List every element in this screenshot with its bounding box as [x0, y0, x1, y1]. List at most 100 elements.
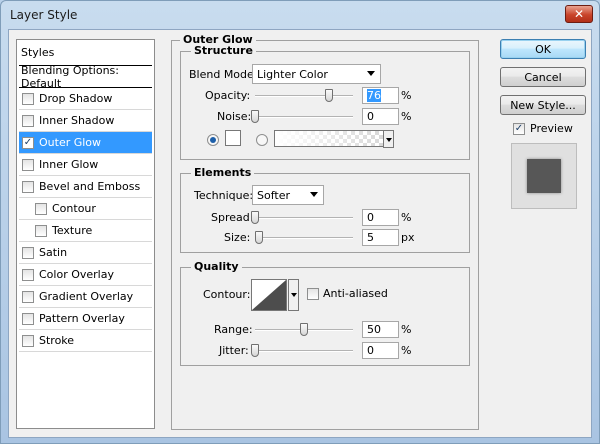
window-title: Layer Style — [10, 8, 78, 22]
range-unit: % — [401, 323, 412, 336]
contour-label: Contour: — [203, 288, 251, 301]
outer-glow-panel: Outer Glow Structure Blend Mode: Lighter… — [171, 33, 479, 430]
noise-slider-thumb[interactable] — [251, 110, 259, 123]
chevron-down-icon[interactable] — [288, 279, 299, 311]
elements-title: Elements — [191, 166, 255, 179]
cancel-button[interactable]: Cancel — [500, 67, 586, 87]
style-item-label: Outer Glow — [39, 136, 102, 149]
glow-color-swatch[interactable] — [225, 130, 241, 146]
ok-label: OK — [535, 42, 551, 56]
new-style-label: New Style... — [510, 98, 576, 112]
style-item-stroke[interactable]: Stroke — [19, 330, 152, 352]
noise-input[interactable]: 0 — [362, 108, 399, 125]
opacity-input[interactable]: 76 — [362, 87, 399, 104]
style-item-label: Texture — [52, 224, 93, 237]
chevron-down-icon — [310, 192, 318, 197]
style-item-label: Contour — [52, 202, 96, 215]
spread-value: 0 — [367, 211, 374, 224]
style-checkbox[interactable] — [35, 224, 47, 237]
blend-mode-select[interactable]: Lighter Color — [252, 64, 381, 84]
new-style-button[interactable]: New Style... — [500, 95, 586, 115]
opacity-unit: % — [401, 89, 412, 102]
size-unit: px — [401, 231, 415, 244]
style-checkbox[interactable]: ✓ — [22, 136, 34, 149]
style-checkbox[interactable] — [22, 114, 34, 127]
spread-slider[interactable] — [251, 211, 353, 224]
preview-checkbox[interactable]: ✓ — [513, 122, 525, 135]
opacity-slider[interactable] — [255, 89, 353, 102]
technique-select[interactable]: Softer — [252, 185, 324, 205]
style-item-label: Color Overlay — [39, 268, 114, 281]
style-checkbox[interactable] — [22, 334, 34, 347]
jitter-label: Jitter: — [219, 344, 249, 357]
style-item-drop-shadow[interactable]: Drop Shadow — [19, 88, 152, 110]
ok-button[interactable]: OK — [500, 39, 586, 59]
gradient-radio[interactable] — [256, 134, 268, 146]
style-checkbox[interactable] — [22, 290, 34, 303]
glow-gradient-picker[interactable] — [274, 130, 394, 148]
style-item-outer-glow[interactable]: ✓ Outer Glow — [19, 132, 152, 154]
size-slider[interactable] — [254, 231, 353, 244]
dialog-body: Styles Blending Options: Default Drop Sh… — [8, 29, 592, 438]
style-checkbox[interactable] — [22, 268, 34, 281]
preview-toggle[interactable]: ✓ Preview — [513, 122, 573, 135]
style-item-label: Gradient Overlay — [39, 290, 134, 303]
jitter-input[interactable]: 0 — [362, 342, 399, 359]
style-item-gradient-overlay[interactable]: Gradient Overlay — [19, 286, 152, 308]
styles-header[interactable]: Styles — [19, 40, 152, 66]
technique-value: Softer — [257, 188, 290, 202]
opacity-label: Opacity: — [205, 89, 251, 102]
style-item-color-overlay[interactable]: Color Overlay — [19, 264, 152, 286]
size-input[interactable]: 5 — [362, 229, 399, 246]
gradient-preview — [275, 131, 383, 146]
style-item-texture[interactable]: Texture — [19, 220, 152, 242]
jitter-slider[interactable] — [251, 344, 353, 357]
quality-title: Quality — [191, 260, 242, 273]
style-item-label: Bevel and Emboss — [39, 180, 141, 193]
solid-color-radio[interactable] — [207, 134, 219, 146]
range-input[interactable]: 50 — [362, 321, 399, 338]
layer-style-dialog: Layer Style ✕ Styles Blending Options: D… — [0, 0, 600, 444]
style-checkbox[interactable] — [22, 246, 34, 259]
close-button[interactable]: ✕ — [565, 5, 593, 23]
style-checkbox[interactable] — [22, 312, 34, 325]
size-label: Size: — [224, 231, 251, 244]
noise-value: 0 — [367, 110, 374, 123]
jitter-slider-thumb[interactable] — [251, 344, 259, 357]
noise-slider[interactable] — [251, 110, 353, 123]
style-checkbox[interactable] — [35, 202, 47, 215]
range-slider-thumb[interactable] — [300, 323, 308, 336]
size-slider-thumb[interactable] — [254, 231, 263, 244]
anti-aliased-checkbox[interactable] — [307, 288, 319, 300]
title-bar[interactable]: Layer Style ✕ — [1, 1, 599, 29]
spread-input[interactable]: 0 — [362, 209, 399, 226]
style-item-satin[interactable]: Satin — [19, 242, 152, 264]
jitter-unit: % — [401, 344, 412, 357]
spread-slider-thumb[interactable] — [251, 211, 259, 224]
technique-label: Technique: — [194, 189, 254, 202]
style-checkbox[interactable] — [22, 92, 34, 105]
styles-list: Styles Blending Options: Default Drop Sh… — [16, 39, 155, 429]
style-item-inner-shadow[interactable]: Inner Shadow — [19, 110, 152, 132]
anti-aliased-label: Anti-aliased — [323, 287, 388, 300]
style-items: Drop Shadow Inner Shadow ✓ Outer Glow Inner … — [17, 88, 154, 352]
style-item-bevel-and-emboss[interactable]: Bevel and Emboss — [19, 176, 152, 198]
preview-thumbnail — [511, 143, 577, 209]
spread-label: Spread: — [211, 211, 254, 224]
blending-options-label: Blending Options: Default — [21, 63, 119, 90]
style-item-contour[interactable]: Contour — [19, 198, 152, 220]
style-item-label: Drop Shadow — [39, 92, 113, 105]
opacity-slider-thumb[interactable] — [325, 89, 334, 102]
style-checkbox[interactable] — [22, 158, 34, 171]
style-item-pattern-overlay[interactable]: Pattern Overlay — [19, 308, 152, 330]
noise-unit: % — [401, 110, 412, 123]
chevron-down-icon[interactable] — [383, 130, 394, 148]
cancel-label: Cancel — [524, 70, 562, 84]
style-item-inner-glow[interactable]: Inner Glow — [19, 154, 152, 176]
structure-title: Structure — [191, 44, 256, 57]
chevron-down-icon — [367, 71, 375, 76]
blending-options-item[interactable]: Blending Options: Default — [19, 63, 152, 90]
style-checkbox[interactable] — [22, 180, 34, 193]
range-slider[interactable] — [255, 323, 353, 336]
contour-picker[interactable] — [251, 279, 299, 311]
